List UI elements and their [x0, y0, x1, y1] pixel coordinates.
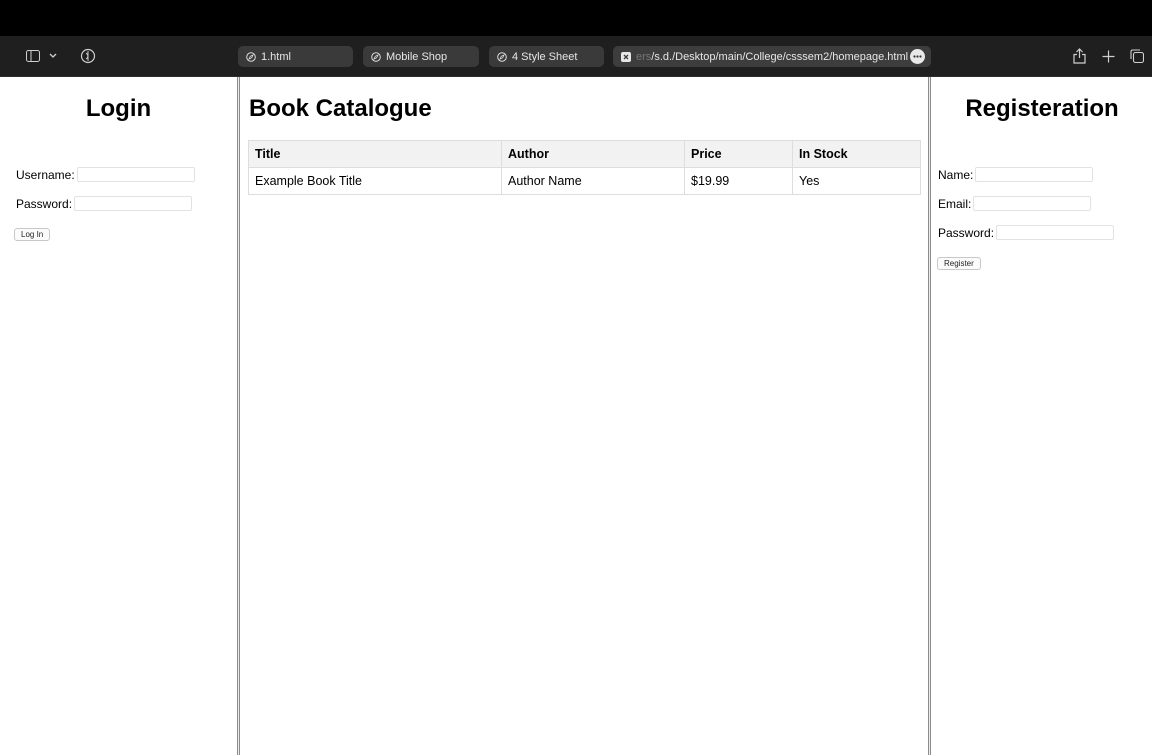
- catalogue-title: Book Catalogue: [249, 95, 432, 122]
- email-row: Email:: [938, 196, 1092, 211]
- tab-overview-icon[interactable]: [1128, 47, 1146, 65]
- chevron-down-icon[interactable]: [47, 47, 59, 65]
- password-row: Password:: [16, 196, 193, 211]
- tab-mobile-shop[interactable]: Mobile Shop: [363, 46, 479, 67]
- compass-icon: [371, 51, 381, 62]
- name-row: Name:: [938, 167, 1094, 182]
- email-input[interactable]: [973, 196, 1092, 211]
- catalogue-frame: Book Catalogue Title Author Price In Sto…: [242, 77, 928, 755]
- compass-icon: [497, 51, 507, 62]
- name-label: Name:: [938, 167, 974, 182]
- tab-active-url[interactable]: ers/s.d./Desktop/main/College/csssem2/ho…: [613, 46, 931, 67]
- password-input[interactable]: [74, 196, 193, 211]
- book-table: Title Author Price In Stock Example Book…: [248, 140, 921, 195]
- tab-1-html[interactable]: 1.html: [238, 46, 353, 67]
- frame-divider-right[interactable]: [928, 77, 931, 755]
- name-input[interactable]: [975, 167, 1094, 182]
- email-label: Email:: [938, 196, 972, 211]
- table-row: Example Book Title Author Name $19.99 Ye…: [248, 167, 921, 195]
- register-button[interactable]: Register: [937, 257, 981, 270]
- login-button[interactable]: Log In: [14, 228, 51, 241]
- column-header-author: Author: [501, 140, 685, 168]
- registration-title: Registeration: [965, 95, 1119, 122]
- privacy-shield-icon[interactable]: [78, 46, 98, 66]
- username-row: Username:: [16, 167, 195, 182]
- reg-password-label: Password:: [938, 225, 995, 240]
- tab-label: Mobile Shop: [386, 50, 448, 63]
- tab-label: 1.html: [261, 50, 291, 63]
- reg-password-input[interactable]: [996, 225, 1115, 240]
- table-header-row: Title Author Price In Stock: [248, 140, 921, 168]
- more-options-icon[interactable]: [910, 49, 925, 64]
- column-header-price: Price: [684, 140, 793, 168]
- login-frame: Login Username: Password: Log In: [0, 77, 237, 755]
- frame-divider-left[interactable]: [237, 77, 240, 755]
- reg-password-row: Password:: [938, 225, 1115, 240]
- new-tab-icon[interactable]: [1099, 47, 1117, 65]
- cell-price: $19.99: [684, 167, 793, 195]
- address-bar-url[interactable]: /s.d./Desktop/main/College/csssem2/homep…: [651, 51, 908, 63]
- cell-title: Example Book Title: [248, 167, 502, 195]
- url-prefix: ers: [636, 50, 652, 63]
- browser-toolbar: 1.html Mobile Shop 4 Style Sheet ers/s.d…: [0, 36, 1152, 77]
- share-icon[interactable]: [1070, 46, 1088, 66]
- password-label: Password:: [16, 196, 73, 211]
- cell-author: Author Name: [501, 167, 685, 195]
- column-header-title: Title: [248, 140, 502, 168]
- tab-style-sheet[interactable]: 4 Style Sheet: [489, 46, 604, 67]
- window-top-bar: [0, 0, 1152, 36]
- sidebar-toggle-icon[interactable]: [24, 47, 42, 65]
- cell-in-stock: Yes: [792, 167, 921, 195]
- registration-frame: Registeration Name: Email: Password: Reg…: [932, 77, 1152, 755]
- tab-label: 4 Style Sheet: [512, 50, 578, 63]
- close-tab-icon[interactable]: [621, 51, 631, 62]
- username-label: Username:: [16, 167, 75, 182]
- username-input[interactable]: [76, 167, 195, 182]
- compass-icon: [246, 51, 256, 62]
- column-header-in-stock: In Stock: [792, 140, 921, 168]
- login-title: Login: [85, 95, 152, 122]
